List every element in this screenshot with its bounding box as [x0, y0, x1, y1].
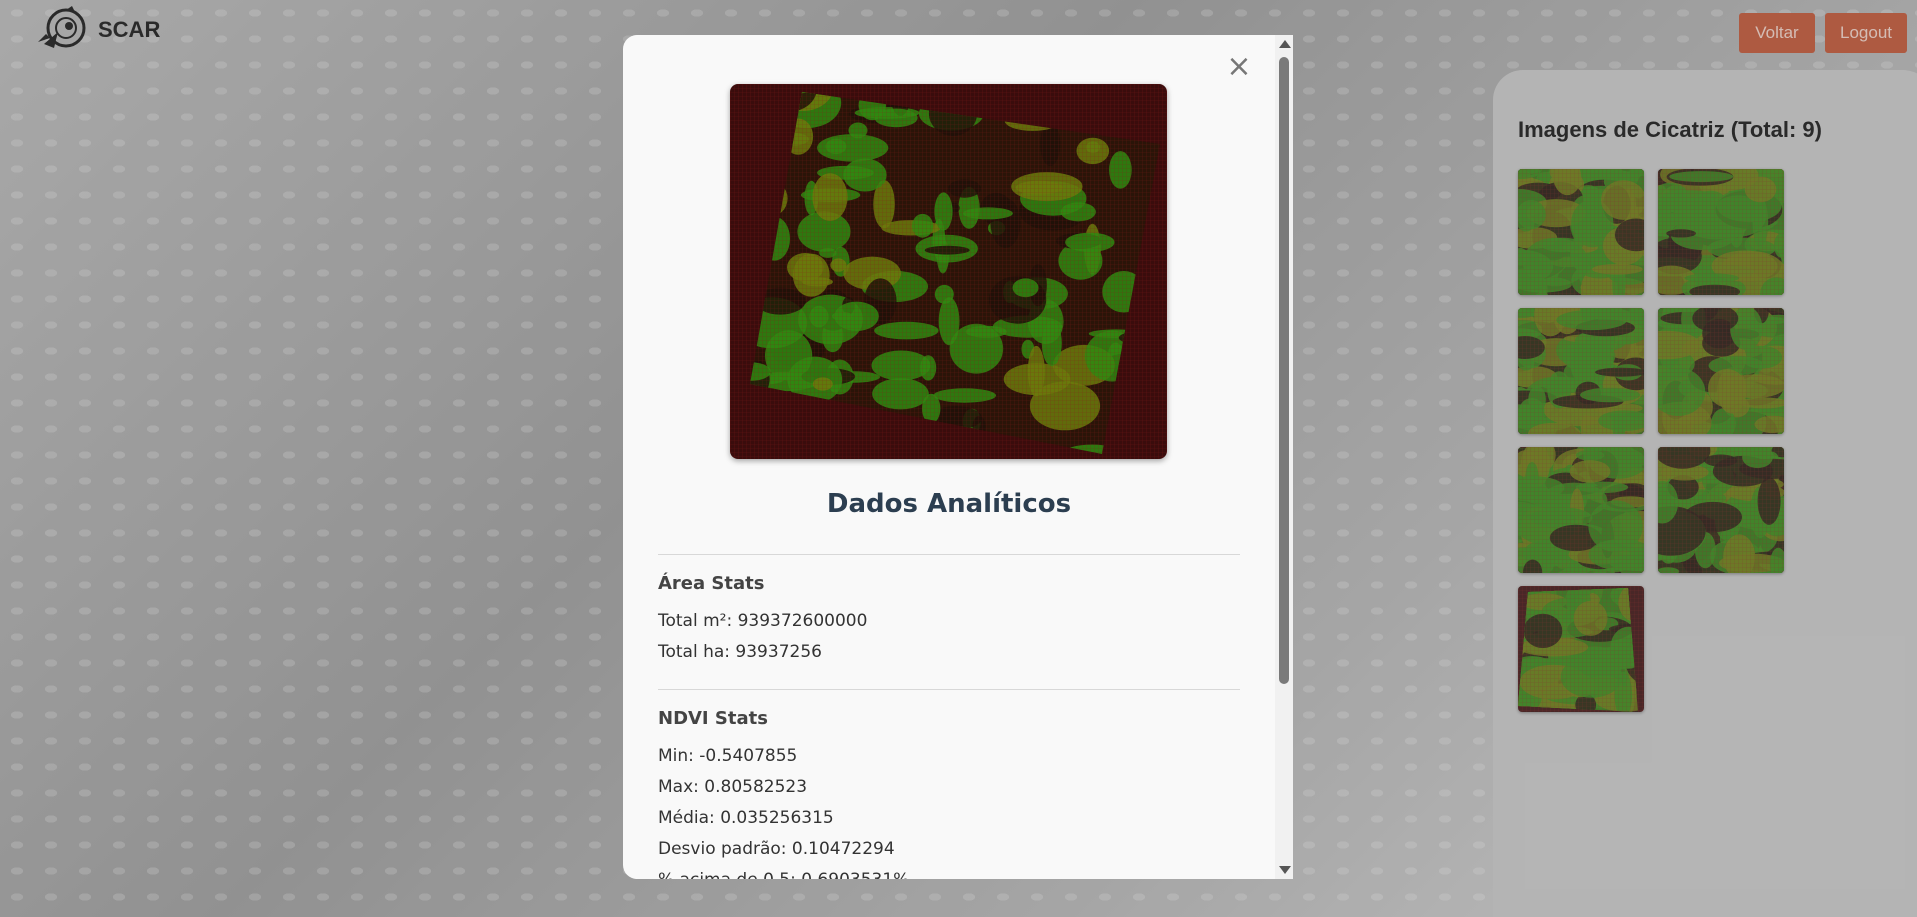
ndvi-max-value: Max: 0.80582523 [658, 777, 808, 797]
modal-title: Dados Analíticos [826, 489, 1072, 519]
total-ha-value: Total ha: 93937256 [658, 642, 822, 662]
area-stats-heading: Área Stats [658, 573, 765, 594]
ndvi-media-value: Média: 0.035256315 [658, 808, 834, 828]
ndvi-stats-heading: NDVI Stats [658, 708, 768, 729]
scroll-down-arrow-icon[interactable] [1279, 866, 1291, 874]
total-m2-value: Total m²: 939372600000 [658, 611, 868, 631]
scrollbar-thumb[interactable] [1279, 57, 1289, 684]
divider [658, 689, 1240, 690]
scar-main-image [730, 84, 1167, 459]
ndvi-desvio-value: Desvio padrão: 0.10472294 [658, 839, 895, 859]
divider [658, 554, 1240, 555]
modal-scrollbar[interactable] [1275, 35, 1293, 879]
close-icon[interactable]: × [1226, 52, 1252, 82]
scroll-up-arrow-icon[interactable] [1279, 40, 1291, 48]
ndvi-pct-acima-value: % acima de 0.5: 0.6903531% [658, 870, 909, 879]
ndvi-min-value: Min: -0.5407855 [658, 746, 798, 766]
